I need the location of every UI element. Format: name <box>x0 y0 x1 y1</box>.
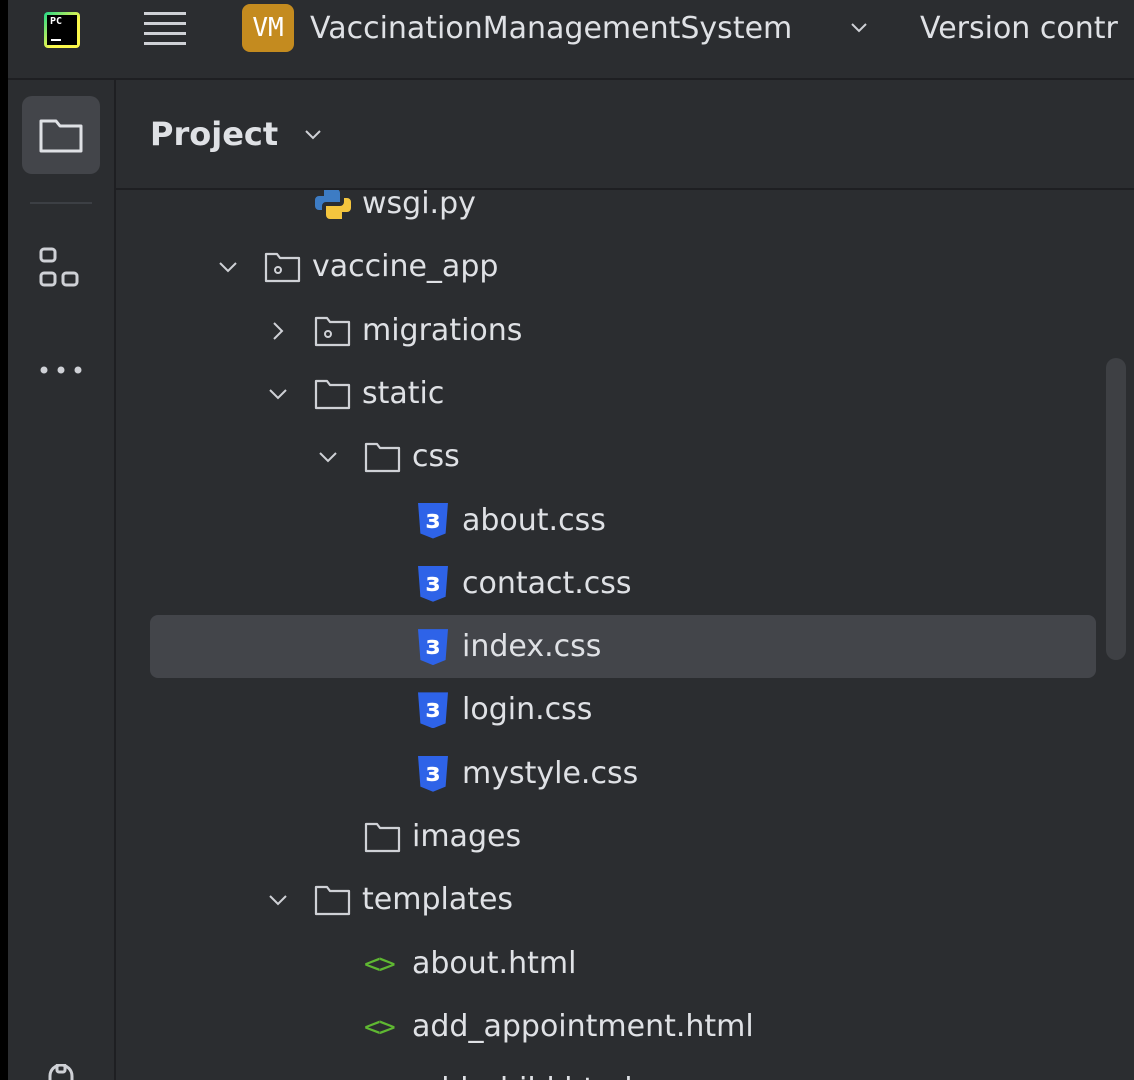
tool-window-strip <box>8 80 116 1080</box>
chevron-down-icon[interactable] <box>266 382 290 406</box>
chevron-down-icon[interactable] <box>216 255 240 279</box>
selection-highlight <box>150 615 1096 679</box>
tree-item-about-css[interactable]: з about.css <box>116 489 1134 552</box>
tree-item-label: migrations <box>362 312 523 348</box>
main-toolbar: PC VM VaccinationManagementSystem Versio… <box>8 0 1134 80</box>
css-file-icon: з <box>418 755 456 792</box>
tree-item-label: login.css <box>462 692 593 728</box>
package-folder-icon <box>264 253 301 283</box>
folder-icon <box>364 443 401 473</box>
tree-item-label: css <box>412 439 460 475</box>
tree-scrollbar[interactable] <box>1106 358 1126 660</box>
project-panel-header: Project <box>116 80 1134 190</box>
version-control-menu[interactable]: Version contr <box>920 6 1118 52</box>
tree-item-label: about.css <box>462 502 606 538</box>
project-tree[interactable]: wsgi.py vaccine_app migrations static css з ab… <box>116 190 1134 1080</box>
folder-icon <box>314 886 351 916</box>
tree-item-mystyle-css[interactable]: з mystyle.css <box>116 742 1134 805</box>
tree-item-label: index.css <box>462 629 602 665</box>
folder-icon <box>314 379 351 409</box>
css-file-icon: з <box>418 502 456 539</box>
tool-strip-divider <box>30 202 92 204</box>
hamburger-icon <box>144 12 186 45</box>
structure-tool-button[interactable] <box>38 246 84 296</box>
html-file-icon: <> <box>364 946 396 980</box>
folder-icon <box>39 119 83 153</box>
project-badge[interactable]: VM <box>242 4 294 52</box>
chevron-down-icon[interactable] <box>300 122 326 148</box>
tree-item-label: static <box>362 375 445 411</box>
css-file-icon: з <box>418 629 456 666</box>
chevron-right-icon[interactable] <box>266 319 290 343</box>
tree-item-label: mystyle.css <box>462 755 639 791</box>
tree-item-label: add_child.html <box>412 1066 633 1080</box>
html-file-icon: <> <box>364 1072 402 1080</box>
tree-item-images[interactable]: images <box>116 805 1134 868</box>
tree-item-index-css[interactable]: з index.css <box>116 615 1134 679</box>
more-horizontal-icon <box>40 366 82 374</box>
tree-item-migrations[interactable]: migrations <box>116 299 1134 362</box>
tree-item-wsgi-py[interactable]: wsgi.py <box>116 190 1134 235</box>
plugin-icon <box>48 1062 74 1080</box>
tree-item-label: contact.css <box>462 565 632 601</box>
project-tool-button[interactable] <box>22 96 100 174</box>
more-tools-button[interactable] <box>38 360 84 384</box>
css-file-icon: з <box>418 692 456 729</box>
tree-item-templates[interactable]: templates <box>116 868 1134 931</box>
chevron-down-icon[interactable] <box>316 445 340 469</box>
tree-item-label: wsgi.py <box>362 190 476 221</box>
tree-item-static[interactable]: static <box>116 362 1134 425</box>
tree-item-contact-css[interactable]: з contact.css <box>116 552 1134 615</box>
tree-item-about-html[interactable]: <> about.html <box>116 932 1134 995</box>
package-folder-icon <box>314 316 351 346</box>
css-file-icon: з <box>418 565 456 602</box>
folder-icon <box>364 822 401 853</box>
tree-item-label: about.html <box>412 945 577 981</box>
structure-icon <box>39 247 79 287</box>
project-selector[interactable]: VaccinationManagementSystem <box>310 6 792 52</box>
html-file-icon: <> <box>364 1009 396 1043</box>
tree-item-vaccine-app[interactable]: vaccine_app <box>116 235 1134 298</box>
python-file-icon <box>315 190 351 219</box>
tree-item-label: templates <box>362 882 514 918</box>
main-menu-button[interactable] <box>142 6 188 52</box>
tree-item-label: add_appointment.html <box>412 1008 754 1044</box>
tree-item-css[interactable]: css <box>116 425 1134 488</box>
ide-window: PC VM VaccinationManagementSystem Versio… <box>8 0 1134 1080</box>
pycharm-logo-text: PC <box>50 16 63 27</box>
bottom-tool-button[interactable] <box>44 1062 78 1080</box>
tree-item-label: vaccine_app <box>312 249 499 285</box>
tree-item-add-child-html[interactable]: <> add_child.html <box>116 1058 1134 1080</box>
panel-title[interactable]: Project <box>150 112 278 156</box>
chevron-down-icon[interactable] <box>846 14 872 40</box>
chevron-down-icon[interactable] <box>266 888 290 912</box>
tree-item-add-appointment-html[interactable]: <> add_appointment.html <box>116 995 1134 1058</box>
pycharm-logo-icon[interactable]: PC <box>44 12 80 48</box>
tree-item-label: images <box>412 819 522 854</box>
tree-item-login-css[interactable]: з login.css <box>116 678 1134 741</box>
